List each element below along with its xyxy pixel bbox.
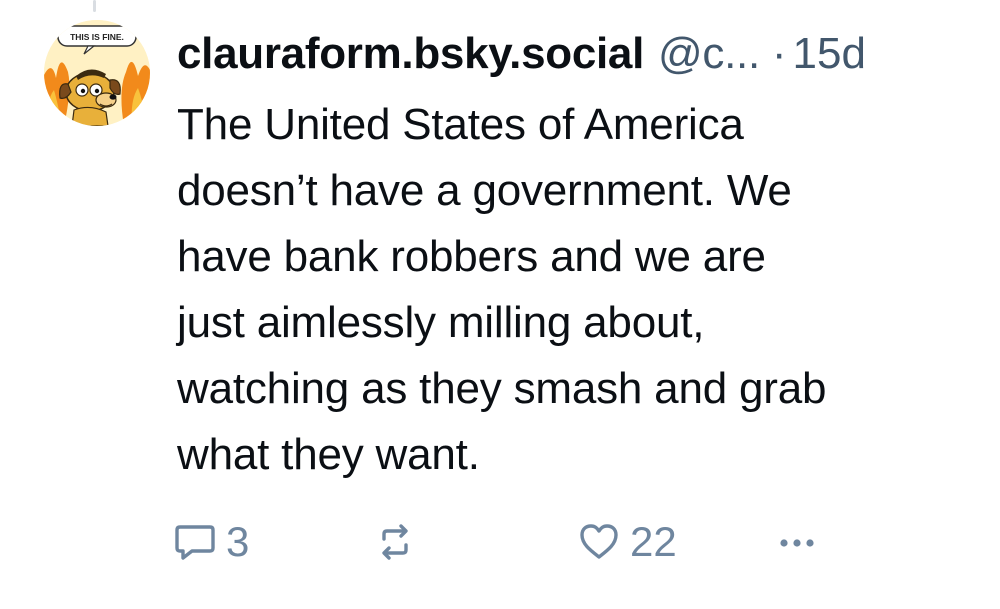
like-count: 22 <box>630 518 677 565</box>
reply-count: 3 <box>226 518 250 565</box>
post-text: The United States of America doesn’t hav… <box>177 100 827 479</box>
post-age[interactable]: 15d <box>793 22 866 86</box>
author-display-name[interactable]: clauraform.bsky.social <box>177 22 644 86</box>
avatar[interactable]: THIS IS FINE. <box>44 20 150 126</box>
thread-line <box>93 0 96 12</box>
more-options-button[interactable] <box>772 516 822 568</box>
separator-dot: · <box>771 29 787 78</box>
repost-icon <box>382 524 408 560</box>
post-content: clauraform.bsky.social @c... · 15d The U… <box>177 22 977 488</box>
reply-button[interactable]: 3 <box>172 516 249 568</box>
post-card[interactable]: THIS IS FINE. clauraform.bsky.social @c.… <box>0 0 1000 609</box>
avatar-caption: THIS IS FINE. <box>70 32 124 42</box>
post-actions: 3 22 <box>172 516 832 568</box>
post-header: clauraform.bsky.social @c... · 15d <box>177 22 977 86</box>
reply-bubble-icon <box>175 525 215 560</box>
heart-icon <box>580 524 618 559</box>
repost-button[interactable] <box>372 516 426 568</box>
this-is-fine-dog-avatar-icon: THIS IS FINE. <box>44 20 150 126</box>
more-dots-icon <box>780 539 814 547</box>
author-handle[interactable]: @c... <box>658 22 760 86</box>
like-button[interactable]: 22 <box>576 516 677 568</box>
